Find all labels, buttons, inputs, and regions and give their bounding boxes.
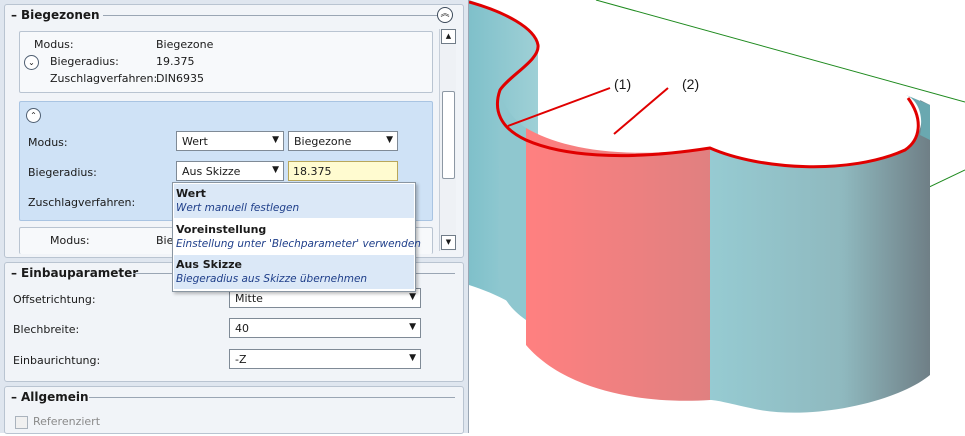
zone2-mode-label: Modus: xyxy=(28,136,68,149)
3d-viewport[interactable]: (1) (2) xyxy=(468,0,965,433)
property-panel: – Biegezonen ︽ Modus: Biegezone ⌄ Bieger… xyxy=(0,0,469,434)
zone3-mode-value: Bie xyxy=(156,234,174,247)
option-wert-title: Wert xyxy=(176,187,206,200)
allgemein-header[interactable]: – Allgemein xyxy=(5,387,463,407)
zone1-mode-value: Biegezone xyxy=(156,38,214,51)
zone2-method-label: Zuschlagverfahren: xyxy=(28,196,136,209)
sheet-face-teal xyxy=(710,100,930,413)
direction-combo-value: -Z xyxy=(235,353,247,366)
zone1-radius-value: 19.375 xyxy=(156,55,195,68)
dropdown-arrow-icon: ▼ xyxy=(409,292,416,302)
zone1-mode-label: Modus: xyxy=(34,38,74,51)
dropdown-arrow-icon: ▼ xyxy=(409,322,416,332)
biegezonen-scrollbar[interactable]: ▲ ▼ xyxy=(439,29,456,251)
option-wert[interactable]: Wert Wert manuell festlegen xyxy=(174,184,414,218)
referenced-label: Referenziert xyxy=(33,415,101,428)
dropdown-arrow-icon: ▼ xyxy=(272,165,279,175)
einbauparameter-title: Einbauparameter xyxy=(21,266,139,280)
collapse-zone-icon[interactable]: ⌃ xyxy=(26,108,41,123)
zone2-radius-combo-value: Aus Skizze xyxy=(182,165,241,178)
header-divider xyxy=(89,397,455,398)
offset-label: Offsetrichtung: xyxy=(13,293,96,306)
radius-dropdown-list[interactable]: Wert Wert manuell festlegen Voreinstellu… xyxy=(172,182,421,292)
zone3-mode-label: Modus: xyxy=(50,234,90,247)
option-aus-skizze-desc: Biegeradius aus Skizze übernehmen xyxy=(176,273,368,285)
direction-label: Einbaurichtung: xyxy=(13,354,101,367)
zone1-radius-label: Biegeradius: xyxy=(50,55,119,68)
callout-label-1: (1) xyxy=(614,76,632,92)
referenced-checkbox[interactable] xyxy=(15,416,28,429)
zone2-mode-combo-value: Wert xyxy=(182,135,208,148)
scroll-thumb[interactable] xyxy=(442,91,455,179)
biegezonen-minus-icon: – xyxy=(11,8,17,22)
grid-line xyxy=(595,0,965,103)
direction-combo[interactable]: -Z ▼ xyxy=(229,349,421,369)
option-wert-desc: Wert manuell festlegen xyxy=(176,202,300,214)
allgemein-minus-icon: – xyxy=(11,390,17,404)
header-divider xyxy=(103,15,437,16)
option-voreinstellung[interactable]: Voreinstellung Einstellung unter 'Blechp… xyxy=(174,220,421,254)
allgemein-group: – Allgemein Referenziert xyxy=(4,386,464,434)
dropdown-arrow-icon: ▼ xyxy=(386,135,393,145)
collapse-up-icon[interactable]: ︽ xyxy=(437,7,453,23)
option-voreinstellung-title: Voreinstellung xyxy=(176,223,267,236)
einbau-minus-icon: – xyxy=(11,266,17,280)
zone2-radius-input[interactable]: 18.375 xyxy=(288,161,398,181)
option-voreinstellung-desc: Einstellung unter 'Blechparameter' verwe… xyxy=(176,238,421,250)
zone1-method-label: Zuschlagverfahren: xyxy=(50,72,158,85)
allgemein-title: Allgemein xyxy=(21,390,89,404)
bend-zone-1: Modus: Biegezone ⌄ Biegeradius: 19.375 Z… xyxy=(19,31,433,93)
sheet-face-red xyxy=(526,128,710,401)
scroll-up-icon[interactable]: ▲ xyxy=(441,29,456,44)
zone2-mode-combo[interactable]: Wert ▼ xyxy=(176,131,284,151)
dropdown-arrow-icon: ▼ xyxy=(272,135,279,145)
zone2-radius-label: Biegeradius: xyxy=(28,166,97,179)
width-combo-value: 40 xyxy=(235,322,249,335)
zone1-method-value: DIN6935 xyxy=(156,72,204,85)
width-label: Blechbreite: xyxy=(13,323,80,336)
scroll-down-icon[interactable]: ▼ xyxy=(441,235,456,250)
width-combo[interactable]: 40 ▼ xyxy=(229,318,421,338)
zone2-type-combo[interactable]: Biegezone ▼ xyxy=(288,131,398,151)
viewport-canvas xyxy=(468,0,965,413)
callout-label-2: (2) xyxy=(682,76,700,92)
biegezonen-title: Biegezonen xyxy=(21,8,100,22)
dropdown-arrow-icon: ▼ xyxy=(409,353,416,363)
zone2-radius-combo[interactable]: Aus Skizze ▼ xyxy=(176,161,284,181)
option-aus-skizze-title: Aus Skizze xyxy=(176,258,242,271)
option-aus-skizze[interactable]: Aus Skizze Biegeradius aus Skizze überne… xyxy=(174,255,414,289)
offset-combo-value: Mitte xyxy=(235,292,263,305)
zone2-type-combo-value: Biegezone xyxy=(294,135,352,148)
biegezonen-header[interactable]: – Biegezonen ︽ xyxy=(5,5,463,25)
expand-down-icon[interactable]: ⌄ xyxy=(24,55,39,70)
leader-line-2 xyxy=(613,87,669,135)
